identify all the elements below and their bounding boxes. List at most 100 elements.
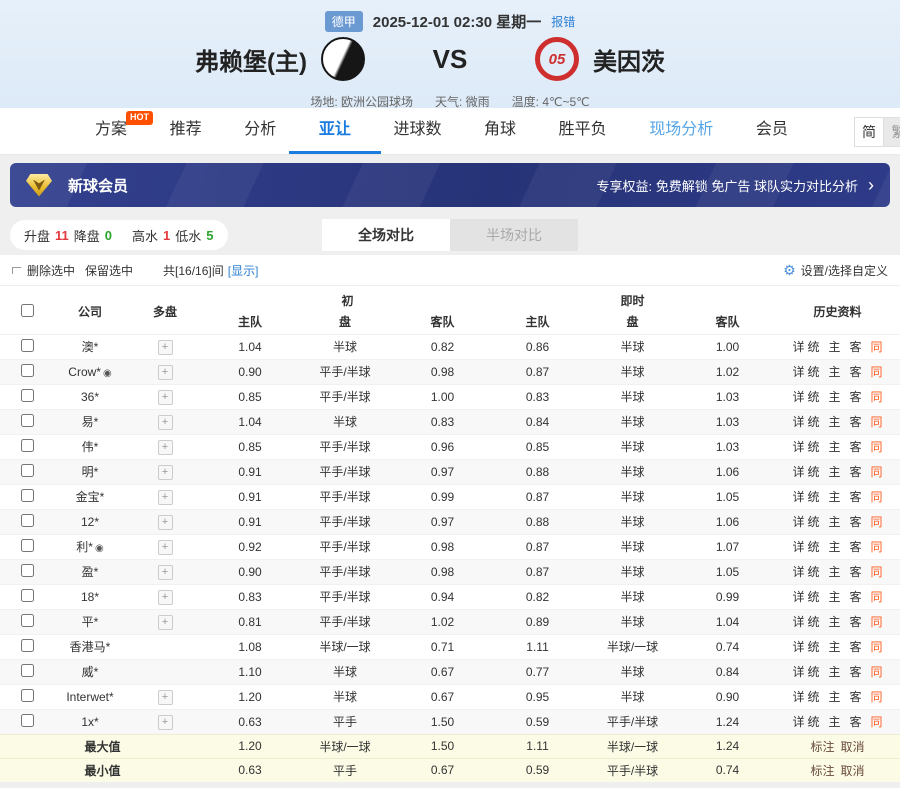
history-link-away[interactable]: 客: [850, 515, 862, 529]
company-name[interactable]: 36*: [81, 390, 99, 404]
history-link-stats[interactable]: 统: [808, 415, 820, 429]
row-checkbox[interactable]: [21, 463, 34, 477]
history-link-stats[interactable]: 统: [808, 340, 820, 354]
tab-full-match-compare[interactable]: 全场对比: [322, 219, 450, 251]
history-link-same[interactable]: 同: [871, 365, 883, 379]
history-link-same[interactable]: 同: [871, 565, 883, 579]
row-checkbox[interactable]: [21, 363, 34, 377]
history-link-away[interactable]: 客: [850, 365, 862, 379]
history-link-away[interactable]: 客: [850, 390, 862, 404]
company-name[interactable]: 平*: [82, 615, 99, 629]
summary-action-mark[interactable]: 标注: [811, 764, 835, 778]
settings-button[interactable]: ⚙ 设置/选择自定义: [783, 262, 888, 279]
history-link-same[interactable]: 同: [871, 415, 883, 429]
company-name[interactable]: 1x*: [81, 715, 98, 729]
history-link-away[interactable]: 客: [850, 715, 862, 729]
multi-odds-expand-button[interactable]: +: [157, 564, 173, 580]
multi-odds-expand-button[interactable]: +: [157, 714, 173, 730]
history-link-away[interactable]: 客: [850, 590, 862, 604]
history-link-detail[interactable]: 详: [792, 390, 804, 404]
history-link-detail[interactable]: 详: [792, 340, 804, 354]
history-link-away[interactable]: 客: [850, 640, 862, 654]
history-link-stats[interactable]: 统: [808, 515, 820, 529]
history-link-home[interactable]: 主: [829, 390, 841, 404]
history-link-stats[interactable]: 统: [808, 540, 820, 554]
nav-tab-plans[interactable]: 方案 HOT: [95, 108, 154, 154]
company-name[interactable]: Interwet*: [66, 690, 113, 704]
history-link-home[interactable]: 主: [829, 615, 841, 629]
history-link-same[interactable]: 同: [871, 615, 883, 629]
history-link-detail[interactable]: 详: [792, 440, 804, 454]
history-link-detail[interactable]: 详: [792, 590, 804, 604]
report-error-link[interactable]: 报错: [551, 13, 575, 30]
history-link-detail[interactable]: 详: [792, 615, 804, 629]
history-link-home[interactable]: 主: [829, 690, 841, 704]
history-link-home[interactable]: 主: [829, 490, 841, 504]
row-checkbox[interactable]: [21, 438, 34, 452]
history-link-stats[interactable]: 统: [808, 440, 820, 454]
row-checkbox[interactable]: [21, 688, 34, 702]
row-checkbox[interactable]: [21, 638, 34, 652]
history-link-away[interactable]: 客: [850, 665, 862, 679]
select-all-checkbox[interactable]: [21, 303, 34, 317]
history-link-detail[interactable]: 详: [792, 415, 804, 429]
history-link-same[interactable]: 同: [871, 715, 883, 729]
history-link-detail[interactable]: 详: [792, 715, 804, 729]
nav-tab-asian-handicap[interactable]: 亚让: [288, 108, 381, 154]
summary-action-cancel[interactable]: 取消: [841, 764, 865, 778]
company-name[interactable]: 易*: [82, 415, 99, 429]
history-link-detail[interactable]: 详: [792, 540, 804, 554]
multi-odds-expand-button[interactable]: +: [157, 439, 173, 455]
history-link-stats[interactable]: 统: [808, 490, 820, 504]
row-checkbox[interactable]: [21, 713, 34, 727]
nav-tab-goals[interactable]: 进球数: [393, 108, 441, 154]
history-link-same[interactable]: 同: [871, 540, 883, 554]
history-link-detail[interactable]: 详: [792, 690, 804, 704]
lang-traditional-button[interactable]: 繁: [884, 117, 900, 147]
history-link-home[interactable]: 主: [829, 640, 841, 654]
history-link-stats[interactable]: 统: [808, 615, 820, 629]
history-link-same[interactable]: 同: [871, 465, 883, 479]
row-checkbox[interactable]: [21, 663, 34, 677]
history-link-same[interactable]: 同: [871, 590, 883, 604]
history-link-stats[interactable]: 统: [808, 715, 820, 729]
company-name[interactable]: 明*: [82, 465, 99, 479]
nav-tab-1x2[interactable]: 胜平负: [559, 108, 607, 154]
summary-action-mark[interactable]: 标注: [811, 740, 835, 754]
history-link-home[interactable]: 主: [829, 415, 841, 429]
history-link-stats[interactable]: 统: [808, 640, 820, 654]
multi-odds-expand-button[interactable]: +: [157, 414, 173, 430]
history-link-same[interactable]: 同: [871, 390, 883, 404]
company-name[interactable]: 澳*: [82, 340, 99, 354]
history-link-same[interactable]: 同: [871, 440, 883, 454]
multi-odds-expand-button[interactable]: +: [157, 689, 173, 705]
history-link-detail[interactable]: 详: [792, 465, 804, 479]
row-checkbox[interactable]: [21, 538, 34, 552]
lang-simplified-button[interactable]: 简: [854, 117, 884, 147]
history-link-away[interactable]: 客: [850, 465, 862, 479]
row-checkbox[interactable]: [21, 563, 34, 577]
history-link-away[interactable]: 客: [850, 340, 862, 354]
history-link-away[interactable]: 客: [850, 490, 862, 504]
history-link-home[interactable]: 主: [829, 340, 841, 354]
multi-odds-expand-button[interactable]: +: [157, 389, 173, 405]
history-link-home[interactable]: 主: [829, 665, 841, 679]
vip-banner[interactable]: 新球会员 专享权益: 免费解锁 免广告 球队实力对比分析 ›: [10, 163, 890, 207]
row-checkbox[interactable]: [21, 488, 34, 502]
show-link[interactable]: [显示]: [228, 262, 259, 279]
nav-tab-live-analysis[interactable]: 现场分析: [649, 108, 713, 154]
row-checkbox[interactable]: [21, 388, 34, 402]
multi-odds-expand-button[interactable]: +: [157, 489, 173, 505]
history-link-detail[interactable]: 详: [792, 365, 804, 379]
multi-odds-expand-button[interactable]: +: [157, 339, 173, 355]
history-link-stats[interactable]: 统: [808, 465, 820, 479]
row-checkbox[interactable]: [21, 513, 34, 527]
history-link-detail[interactable]: 详: [792, 515, 804, 529]
multi-odds-expand-button[interactable]: +: [157, 589, 173, 605]
row-checkbox[interactable]: [21, 613, 34, 627]
history-link-detail[interactable]: 详: [792, 490, 804, 504]
history-link-away[interactable]: 客: [850, 565, 862, 579]
multi-odds-expand-button[interactable]: +: [157, 364, 173, 380]
company-name[interactable]: 盈*: [82, 565, 99, 579]
multi-odds-expand-button[interactable]: +: [157, 539, 173, 555]
